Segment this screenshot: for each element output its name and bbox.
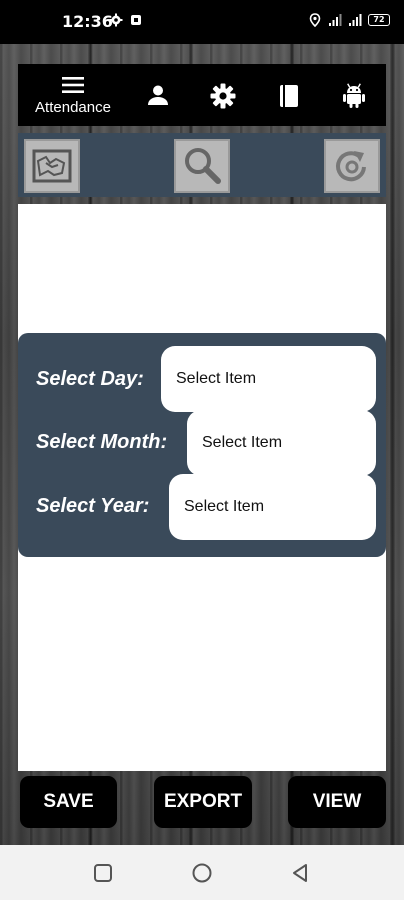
month-select-value: Select Item: [202, 434, 283, 451]
month-select[interactable]: Select Item: [187, 410, 376, 476]
location-icon: [309, 13, 321, 27]
recent-apps-icon[interactable]: [92, 862, 114, 884]
day-select[interactable]: Select Item: [161, 346, 376, 412]
home-icon[interactable]: [191, 862, 213, 884]
top-toolbar: Attendance: [18, 64, 386, 126]
menu-icon: [62, 77, 84, 93]
gear-icon[interactable]: [209, 82, 237, 110]
save-button-label: SAVE: [43, 791, 94, 812]
view-button-label: VIEW: [312, 791, 362, 812]
map-button[interactable]: [24, 139, 80, 193]
status-icons-left: [109, 13, 143, 27]
refresh-button[interactable]: [324, 139, 380, 193]
select-year-label: Select Year:: [36, 495, 150, 517]
day-select-value: Select Item: [176, 370, 257, 387]
date-selection-panel: Select Day: Select Item Select Month: Se…: [18, 333, 386, 557]
office-status-icon: [131, 15, 141, 25]
search-icon: [185, 148, 221, 184]
signal-icon-1: [329, 14, 342, 26]
year-select-value: Select Item: [184, 498, 265, 515]
refresh-icon: [336, 151, 366, 182]
signal-icon-2: [349, 14, 362, 26]
settings-status-icon: [109, 13, 123, 27]
search-button[interactable]: [174, 139, 230, 193]
book-icon[interactable]: [275, 82, 303, 110]
status-icons-right: 72: [308, 13, 390, 27]
battery-indicator: 72: [368, 14, 390, 26]
export-button[interactable]: EXPORT: [154, 776, 252, 828]
status-time: 12:36: [62, 12, 113, 31]
secondary-toolbar: [18, 133, 386, 197]
select-day-label: Select Day:: [36, 368, 144, 390]
year-select[interactable]: Select Item: [169, 474, 376, 540]
person-icon[interactable]: [144, 82, 172, 110]
status-bar: 12:36 72: [0, 0, 404, 44]
navigation-bar: [0, 845, 404, 900]
back-icon[interactable]: [290, 862, 312, 884]
android-icon[interactable]: [340, 82, 368, 110]
menu-label: Attendance: [35, 99, 111, 116]
save-button[interactable]: SAVE: [20, 776, 117, 828]
export-button-label: EXPORT: [163, 791, 243, 812]
select-month-label: Select Month:: [36, 431, 168, 453]
map-icon: [32, 149, 72, 183]
view-button[interactable]: VIEW: [288, 776, 386, 828]
menu-button[interactable]: Attendance: [30, 72, 116, 120]
